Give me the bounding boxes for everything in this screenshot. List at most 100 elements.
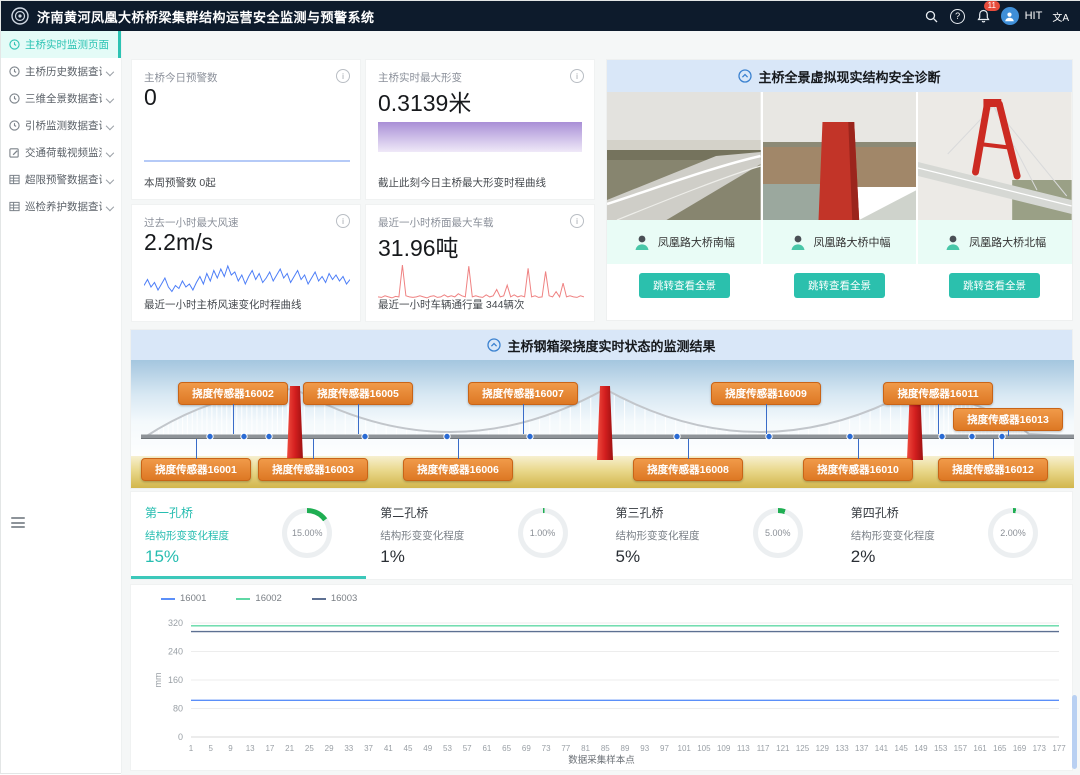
span-percent: 2% xyxy=(851,547,1072,567)
translate-icon[interactable]: 文A xyxy=(1052,9,1069,24)
card-title: 最近一小时桥面最大车载 xyxy=(378,215,494,230)
vr-panel-header: 主桥全景虚拟现实结构安全诊断 xyxy=(607,60,1072,92)
legend-item-16003[interactable]: 16003 xyxy=(312,593,357,604)
legend-item-16001[interactable]: 16001 xyxy=(161,593,206,604)
span-name: 第四孔桥 xyxy=(851,504,1072,521)
page-scrollbar[interactable] xyxy=(1072,695,1077,769)
span-percent: 5% xyxy=(616,547,837,567)
chevron-down-icon xyxy=(106,202,114,210)
card-footer: 截止此刻今日主桥最大形变时程曲线 xyxy=(378,175,546,190)
search-icon[interactable] xyxy=(919,3,945,29)
chevron-down-icon xyxy=(106,94,114,102)
view-panorama-button-middle[interactable]: 跳转查看全景 xyxy=(794,273,885,298)
chevron-down-icon xyxy=(106,67,114,75)
camera-name-label: 凤凰路大桥北幅 xyxy=(969,234,1046,250)
sensor-tag: 挠度传感器16006 xyxy=(403,458,513,481)
sensor-tag: 挠度传感器16011 xyxy=(883,382,993,405)
sensor-tag: 挠度传感器16007 xyxy=(468,382,578,405)
chart-legend: 16001 16002 16003 xyxy=(161,593,357,604)
app-title: 济南黄河凤凰大桥桥梁集群结构运营安全监测与预警系统 xyxy=(37,7,375,26)
sidebar-item-3d-panorama[interactable]: 三维全景数据查询 xyxy=(1,85,121,112)
deflection-line-chart: 080160240320mm15913172125293337414549535… xyxy=(131,611,1074,757)
inspector-avatar-icon xyxy=(633,233,651,251)
info-icon[interactable]: i xyxy=(570,69,584,83)
view-panorama-button-north[interactable]: 跳转查看全景 xyxy=(949,273,1040,298)
span-percent: 1% xyxy=(380,547,601,567)
span-tab-2[interactable]: 第二孔桥 结构形变变化程度 1% 1.00% xyxy=(366,492,601,579)
notifications-bell-icon[interactable]: 11 xyxy=(971,3,997,29)
sidebar-item-label: 三维全景数据查询 xyxy=(25,91,102,106)
sidebar-item-traffic-video[interactable]: 交通荷载视频监测 xyxy=(1,139,121,166)
chevron-down-icon xyxy=(106,148,114,156)
warnings-sparkline xyxy=(144,148,350,174)
sidebar-item-overlimit-warning[interactable]: 超限预警数据查询 xyxy=(1,166,121,193)
sidebar-item-approach-bridge[interactable]: 引桥监测数据查询 xyxy=(1,112,121,139)
circle-chevron-icon xyxy=(487,338,501,352)
svg-text:mm: mm xyxy=(153,673,163,688)
truck-load-sparkline xyxy=(378,261,584,301)
help-icon[interactable]: ? xyxy=(945,3,971,29)
username-label: HIT xyxy=(1025,10,1043,22)
info-icon[interactable]: i xyxy=(570,214,584,228)
sidebar-item-label: 引桥监测数据查询 xyxy=(25,118,102,133)
sidebar-item-label: 巡检养护数据查询 xyxy=(25,199,102,214)
sidebar-item-inspection-maintenance[interactable]: 巡检养护数据查询 xyxy=(1,193,121,220)
deflection-section: 主桥钢箱梁挠度实时状态的监测结果 xyxy=(130,329,1073,489)
sidebar-item-history-data[interactable]: 主桥历史数据查询 xyxy=(1,58,121,85)
span-gauge: 5.00% xyxy=(753,508,803,558)
span-gauge: 1.00% xyxy=(518,508,568,558)
vr-panel: 主桥全景虚拟现实结构安全诊断 xyxy=(606,59,1073,321)
sidebar-collapse-icon[interactable] xyxy=(11,517,25,528)
info-icon[interactable]: i xyxy=(336,214,350,228)
camera-name-label: 凤凰路大桥中幅 xyxy=(814,234,891,250)
sensor-tag: 挠度传感器16010 xyxy=(803,458,913,481)
svg-text:0: 0 xyxy=(178,732,183,742)
sidebar-item-label: 主桥实时监测页面 xyxy=(25,37,109,52)
sensor-tag: 挠度传感器16005 xyxy=(303,382,413,405)
span-tab-1[interactable]: 第一孔桥 结构形变变化程度 15% 15.00% xyxy=(131,492,366,579)
sensor-tag: 挠度传感器16008 xyxy=(633,458,743,481)
card-value: 2.2m/s xyxy=(144,229,213,256)
bridge-diagram: 挠度传感器16002 挠度传感器16005 挠度传感器16007 挠度传感器16… xyxy=(131,360,1074,488)
span-name: 第三孔桥 xyxy=(616,504,837,521)
span-gauge: 2.00% xyxy=(988,508,1038,558)
span-tab-4[interactable]: 第四孔桥 结构形变变化程度 2% 2.00% xyxy=(837,492,1072,579)
sensor-tag: 挠度传感器16009 xyxy=(711,382,821,405)
sidebar: 主桥实时监测页面 主桥历史数据查询 三维全景数据查询 引桥监测数据查询 交通荷载… xyxy=(1,31,122,773)
span-gauges-row: 第一孔桥 结构形变变化程度 15% 15.00% 第二孔桥 结构形变变化程度 1… xyxy=(130,491,1073,580)
svg-text:80: 80 xyxy=(173,704,183,714)
card-footer: 本周预警数 0起 xyxy=(144,175,216,190)
app-header: 济南黄河凤凰大桥桥梁集群结构运营安全监测与预警系统 ? 11 HIT 文A xyxy=(1,1,1080,31)
info-icon[interactable]: i xyxy=(336,69,350,83)
table-icon xyxy=(9,201,20,212)
edit-square-icon xyxy=(9,147,20,158)
clock-icon xyxy=(9,93,20,104)
user-avatar[interactable] xyxy=(1001,7,1019,25)
deflection-section-header: 主桥钢箱梁挠度实时状态的监测结果 xyxy=(131,330,1072,360)
span-name: 第二孔桥 xyxy=(380,504,601,521)
legend-item-16002[interactable]: 16002 xyxy=(236,593,281,604)
span-percent: 15% xyxy=(145,547,366,567)
sidebar-item-label: 主桥历史数据查询 xyxy=(25,64,102,79)
card-footer: 最近一小时主桥风速变化时程曲线 xyxy=(144,297,302,312)
app-logo-icon xyxy=(11,7,29,25)
inspector-avatar-icon xyxy=(789,233,807,251)
clock-icon xyxy=(9,120,20,131)
sensor-tag: 挠度传感器16001 xyxy=(141,458,251,481)
card-title: 过去一小时最大风速 xyxy=(144,215,239,230)
chevron-down-icon xyxy=(106,175,114,183)
sensor-tag: 挠度传感器16012 xyxy=(938,458,1048,481)
card-value: 0.3139米 xyxy=(378,84,471,118)
sensor-tag: 挠度传感器16002 xyxy=(178,382,288,405)
sidebar-item-realtime-monitor[interactable]: 主桥实时监测页面 xyxy=(1,31,121,58)
card-value: 31.96吨 xyxy=(378,229,459,263)
view-panorama-button-south[interactable]: 跳转查看全景 xyxy=(639,273,730,298)
x-axis-label: 数据采集样本点 xyxy=(131,752,1072,766)
span-gauge: 15.00% xyxy=(282,508,332,558)
wind-sparkline xyxy=(144,261,350,301)
chevron-down-icon xyxy=(106,121,114,129)
sensor-tag: 挠度传感器16013 xyxy=(953,408,1063,431)
sensor-tag: 挠度传感器16003 xyxy=(258,458,368,481)
span-tab-3[interactable]: 第三孔桥 结构形变变化程度 5% 5.00% xyxy=(602,492,837,579)
main-content: 主桥今日预警数 i 0 本周预警数 0起 主桥实时最大形变 i 0.3139米 … xyxy=(121,31,1080,775)
